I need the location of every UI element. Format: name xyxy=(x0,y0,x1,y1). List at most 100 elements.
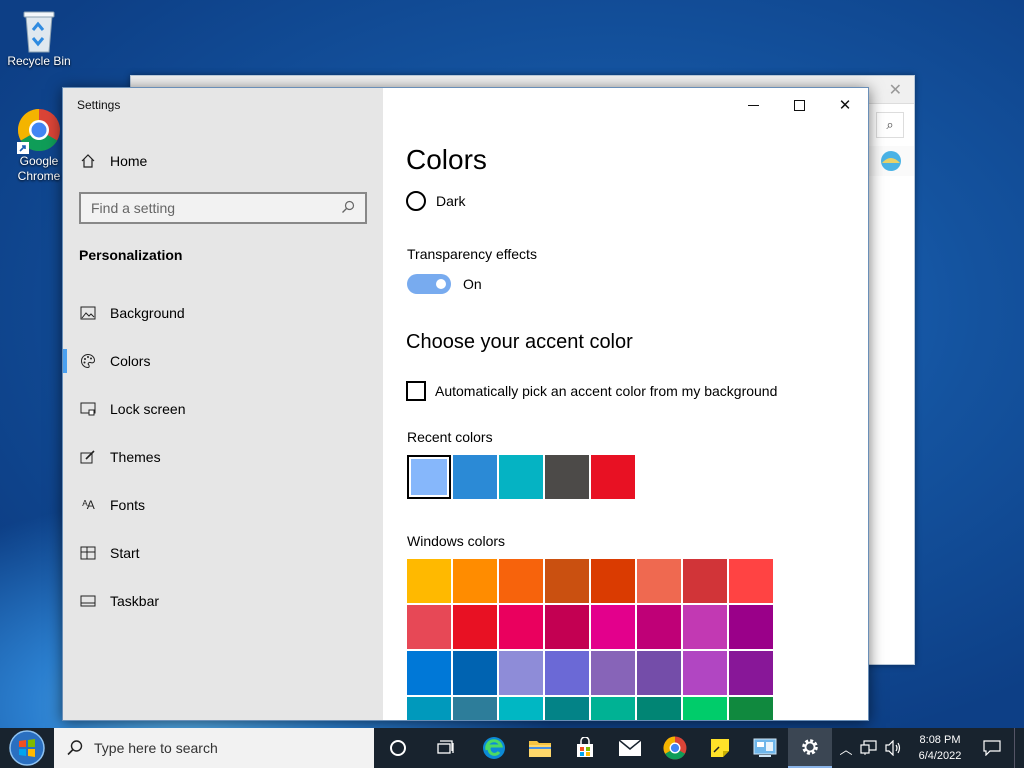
maximize-button[interactable] xyxy=(776,88,822,122)
nav-label: Fonts xyxy=(110,497,146,513)
windows-colors-grid xyxy=(407,559,775,720)
network-button[interactable] xyxy=(858,728,880,768)
windows-color-swatch[interactable] xyxy=(499,605,543,649)
transparency-toggle[interactable] xyxy=(407,274,451,294)
minimize-button[interactable] xyxy=(730,88,776,122)
nav-home-label: Home xyxy=(110,153,148,169)
taskbar-search-box[interactable]: Type here to search xyxy=(54,728,374,768)
windows-color-swatch[interactable] xyxy=(683,651,727,695)
windows-color-swatch[interactable] xyxy=(499,697,543,720)
windows-color-swatch[interactable] xyxy=(407,559,451,603)
recycle-bin-label: Recycle Bin xyxy=(7,54,71,68)
dark-radio-option[interactable]: Dark xyxy=(406,191,466,211)
image-icon xyxy=(79,306,97,320)
background-search-icon[interactable]: ⌕ xyxy=(876,112,904,138)
settings-taskbar-button[interactable] xyxy=(788,728,832,768)
nav-background[interactable]: Background xyxy=(79,303,185,323)
nav-label: Colors xyxy=(110,353,151,369)
windows-color-swatch[interactable] xyxy=(683,559,727,603)
windows-color-swatch[interactable] xyxy=(591,697,635,720)
nav-start[interactable]: Start xyxy=(79,543,140,563)
windows-color-swatch[interactable] xyxy=(545,697,589,720)
settings-content: ✕ Colors Dark Transparency effects On Ch… xyxy=(383,88,868,720)
recent-color-swatch[interactable] xyxy=(591,455,635,499)
clock-date: 6/4/2022 xyxy=(918,750,962,762)
background-window-close-icon[interactable]: ✕ xyxy=(889,80,902,100)
recent-color-swatch[interactable] xyxy=(545,455,589,499)
windows-color-swatch[interactable] xyxy=(637,605,681,649)
windows-color-swatch[interactable] xyxy=(729,605,773,649)
recent-color-swatch[interactable] xyxy=(499,455,543,499)
windows-color-swatch[interactable] xyxy=(729,697,773,720)
windows-color-swatch[interactable] xyxy=(499,651,543,695)
windows-color-swatch[interactable] xyxy=(729,559,773,603)
windows-color-swatch[interactable] xyxy=(545,559,589,603)
windows-color-swatch[interactable] xyxy=(637,651,681,695)
windows-color-swatch[interactable] xyxy=(453,651,497,695)
start-button[interactable] xyxy=(0,728,54,768)
control-panel-button[interactable] xyxy=(743,728,787,768)
windows-color-swatch[interactable] xyxy=(407,651,451,695)
task-view-button[interactable] xyxy=(424,728,468,768)
notifications-button[interactable] xyxy=(976,728,1008,768)
windows-color-swatch[interactable] xyxy=(591,651,635,695)
windows-color-swatch[interactable] xyxy=(407,697,451,720)
windows-color-swatch[interactable] xyxy=(453,605,497,649)
taskbar-icon xyxy=(79,595,97,607)
nav-lock-screen[interactable]: Lock screen xyxy=(79,399,185,419)
dark-radio[interactable] xyxy=(406,191,426,211)
background-window-content xyxy=(868,176,914,664)
windows-color-swatch[interactable] xyxy=(453,559,497,603)
windows-color-swatch[interactable] xyxy=(637,697,681,720)
transparency-label: Transparency effects xyxy=(407,246,537,262)
cortana-circle-icon xyxy=(390,740,406,756)
show-hidden-icons-button[interactable]: ︿ xyxy=(836,728,856,768)
windows-color-swatch[interactable] xyxy=(591,559,635,603)
clock[interactable]: 8:08 PM 6/4/2022 xyxy=(908,728,972,768)
windows-color-swatch[interactable] xyxy=(545,651,589,695)
recycle-bin-desktop-icon[interactable]: Recycle Bin xyxy=(2,8,76,69)
taskbar: Type here to search ︿ 8:08 PM 6/4/2022 xyxy=(0,728,1024,768)
globe-icon xyxy=(881,151,901,171)
windows-color-swatch[interactable] xyxy=(637,559,681,603)
auto-pick-checkbox[interactable] xyxy=(406,381,426,401)
nav-label: Lock screen xyxy=(110,401,186,417)
nav-fonts[interactable]: ᴬA Fonts xyxy=(79,495,145,515)
sticky-notes-button[interactable] xyxy=(698,728,742,768)
windows-color-swatch[interactable] xyxy=(591,605,635,649)
nav-label: Start xyxy=(110,545,140,561)
store-button[interactable] xyxy=(563,728,607,768)
find-setting-search[interactable]: Find a setting xyxy=(79,192,367,224)
windows-color-swatch[interactable] xyxy=(407,605,451,649)
action-center-icon xyxy=(983,740,1001,756)
settings-window[interactable]: Settings Home Find a setting Personaliza… xyxy=(62,87,869,721)
task-view-icon xyxy=(437,740,454,754)
sticky-notes-icon xyxy=(711,739,729,757)
nav-themes[interactable]: Themes xyxy=(79,447,161,467)
recent-color-swatch[interactable] xyxy=(407,455,451,499)
mail-button[interactable] xyxy=(608,728,652,768)
auto-pick-option[interactable]: Automatically pick an accent color from … xyxy=(406,381,777,401)
windows-color-swatch[interactable] xyxy=(545,605,589,649)
windows-color-swatch[interactable] xyxy=(729,651,773,695)
file-explorer-button[interactable] xyxy=(518,728,562,768)
nav-home[interactable]: Home xyxy=(79,151,147,171)
edge-button[interactable] xyxy=(472,728,516,768)
close-button[interactable]: ✕ xyxy=(822,88,868,122)
windows-color-swatch[interactable] xyxy=(499,559,543,603)
recent-color-swatch[interactable] xyxy=(453,455,497,499)
start-icon xyxy=(79,546,97,560)
chrome-taskbar-button[interactable] xyxy=(653,728,697,768)
windows-color-swatch[interactable] xyxy=(683,605,727,649)
windows-color-swatch[interactable] xyxy=(453,697,497,720)
chrome-icon xyxy=(17,108,61,154)
volume-button[interactable] xyxy=(882,728,906,768)
show-desktop-button[interactable] xyxy=(1014,728,1024,768)
windows-color-swatch[interactable] xyxy=(683,697,727,720)
nav-taskbar[interactable]: Taskbar xyxy=(79,591,159,611)
speaker-icon xyxy=(885,740,901,756)
close-icon: ✕ xyxy=(838,97,852,114)
search-placeholder: Find a setting xyxy=(91,200,176,216)
cortana-button[interactable] xyxy=(376,728,420,768)
nav-colors[interactable]: Colors xyxy=(79,351,150,371)
